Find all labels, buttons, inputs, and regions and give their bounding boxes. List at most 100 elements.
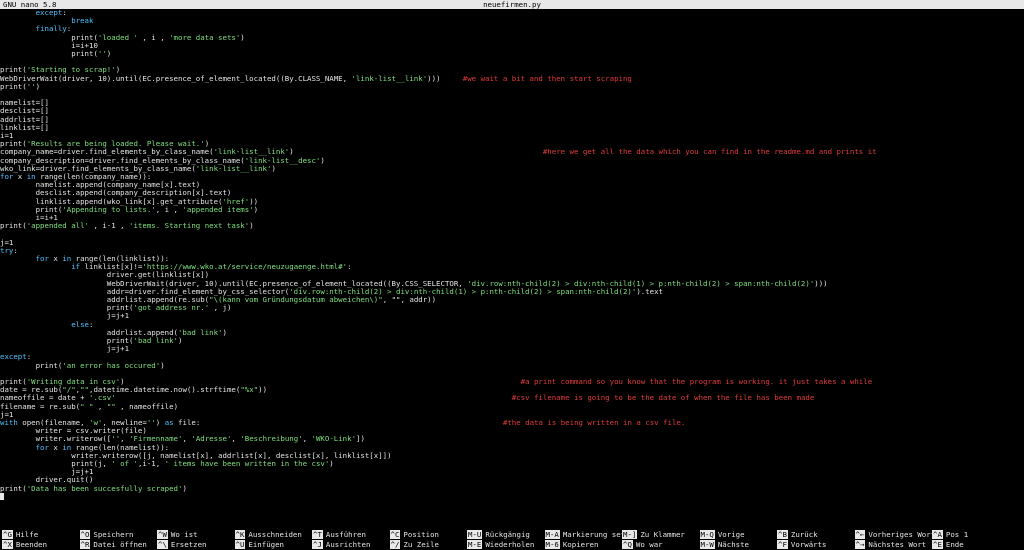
shortcut-item[interactable]: ^T Ausführen (312, 530, 366, 539)
code-token: 'Appending to lists.' (62, 204, 156, 214)
shortcut-label: Kopieren (562, 540, 599, 549)
shortcut-key: ^A (932, 530, 943, 539)
shortcut-key: ^J (312, 540, 323, 549)
code-line: filename = re.sub(" " , "" , nameoffile) (0, 401, 179, 411)
shortcut-key: ^K (234, 530, 246, 539)
code-token: ) (320, 155, 325, 165)
shortcut-item[interactable]: ^E Ende (932, 540, 964, 549)
code-token: ' of ' (111, 459, 138, 468)
shortcut-item[interactable]: ^X Beenden (2, 540, 47, 549)
shortcut-item[interactable]: M-U Rückgängig (467, 530, 530, 539)
code-line: print('') (0, 81, 41, 91)
shortcut-item[interactable]: ^B Zurück (777, 530, 818, 539)
shortcut-label: Pos 1 (945, 530, 969, 539)
code-line: print('Data has been succesfully scraped… (0, 483, 187, 493)
shortcut-item[interactable]: M-A Markierung set (544, 530, 626, 539)
code-token: "" (106, 401, 116, 411)
shortcut-item[interactable]: ^W Wo ist (157, 530, 198, 539)
code-token: break (71, 16, 94, 26)
shortcut-key: ^O (79, 530, 91, 539)
code-token: 'items. Starting next task' (129, 221, 250, 231)
shortcut-item[interactable]: ^O Speichern (79, 530, 134, 539)
code-token: ).text (636, 286, 664, 296)
shortcut-key: ^← (854, 530, 866, 539)
code-token: ]) (356, 434, 365, 444)
code-token: ) (271, 163, 276, 173)
shortcut-item[interactable]: ^F Vorwärts (777, 540, 827, 549)
shortcut-key: M-6 (544, 540, 560, 549)
code-token: 'Beschreibung' (240, 434, 303, 444)
code-token: ) (35, 81, 41, 91)
shortcut-item[interactable]: M-6 Kopieren (544, 540, 599, 549)
shortcut-key: M-U (467, 530, 483, 539)
shortcut-key: M-] (622, 530, 638, 539)
shortcut-item[interactable]: ^\ Ersetzen (157, 540, 207, 549)
shortcut-item[interactable]: M-Q Vorige (699, 530, 745, 539)
shortcut-label: Vorige (717, 530, 745, 539)
code-token: ,i-1, (137, 459, 165, 468)
shortcut-key: ^/ (389, 540, 401, 549)
shortcut-label: Speichern (93, 530, 134, 539)
shortcut-key: ^X (2, 540, 13, 549)
editor-area[interactable]: except: break finally: print('loaded ' ,… (0, 9, 1024, 523)
code-token: #csv filename is going to be the date of… (511, 393, 815, 403)
code-token: #a print command so you know that the pr… (520, 377, 873, 386)
code-token: 'Data has been succesfully scraped' (26, 483, 183, 493)
code-token: ) (182, 483, 187, 493)
shortcut-item[interactable]: ^J Ausrichten (312, 540, 370, 549)
shortcut-label: Nächste (717, 540, 750, 549)
shortcut-item[interactable]: ^G Hilfe (2, 530, 38, 539)
code-token: print( (0, 49, 98, 58)
shortcut-item[interactable]: M-] Zu Klammer (622, 530, 685, 539)
shortcut-item[interactable]: M-E Wiederholen (467, 540, 534, 549)
shortcut-key: ^→ (854, 540, 866, 549)
shortcut-label: Vorwärts (790, 540, 827, 549)
code-token: 'appended items' (182, 204, 254, 214)
code-token: ))) (814, 278, 828, 288)
shortcut-key: M-E (467, 540, 483, 549)
shortcut-item[interactable]: ^C Position (389, 530, 439, 539)
code-token: '' (146, 418, 156, 427)
shortcut-key: ^E (932, 540, 943, 549)
shortcut-key: ^B (777, 530, 788, 539)
code-token: 'bad link' (177, 327, 223, 337)
shortcut-label: Rückgängig (485, 530, 530, 539)
code-token: #we wait a bit and then start scraping (462, 73, 632, 83)
code-token: 'got address nr.' (133, 303, 210, 313)
shortcut-item[interactable]: ^/Zu Zeile (389, 540, 439, 549)
shortcut-item[interactable]: ^K Ausschneiden (234, 530, 302, 539)
shortcut-item[interactable]: M-W Nächste (699, 540, 750, 549)
shortcut-item[interactable]: ^→ Nächstes Wort (854, 540, 926, 549)
shortcut-item[interactable]: ^← Vorheriges Wort (854, 530, 935, 539)
code-token: file: (173, 418, 503, 427)
code-token: 'bad link' (133, 336, 179, 345)
shortcut-key: M-W (699, 540, 715, 549)
shortcut-item[interactable]: ^A Pos 1 (932, 530, 968, 539)
shortcut-item[interactable]: ^R Datei öffnen (79, 540, 147, 549)
code-token: ) (240, 32, 245, 42)
code-token: print( (0, 81, 27, 91)
code-token: 'link-list__link' (195, 163, 272, 173)
shortcut-item[interactable]: ^U Einfügen (234, 540, 285, 549)
shortcut-label: Markierung set (562, 530, 626, 539)
code-token: , i-1 , (89, 221, 130, 231)
code-token: ) (160, 360, 165, 370)
cursor-line (0, 493, 4, 501)
code-token: , "", addr)) (382, 295, 437, 304)
code-token: print( (0, 360, 63, 370)
code-token: ) (155, 418, 165, 427)
shortcut-label: Wiederholen (485, 540, 535, 549)
shortcut-label: Einfügen (248, 540, 285, 549)
code-token: #the data is being written in a csv file… (502, 418, 686, 427)
code-token: WebDriverWait(driver, 10).until(EC.prese… (0, 73, 352, 83)
code-token: ) (222, 327, 227, 337)
code-token: " " (80, 401, 94, 411)
code-token: , nameoffile) (115, 401, 179, 411)
code-token: 'Adresse' (191, 434, 232, 444)
code-token: , j) (209, 303, 232, 313)
code-token: 'loaded ' (97, 32, 143, 42)
shortcut-item[interactable]: ^Q Wo war (622, 540, 663, 549)
shortcut-label: Zurück (790, 530, 818, 539)
shortcut-key: ^W (157, 530, 168, 539)
shortcut-label: Ausrichten (325, 540, 371, 549)
